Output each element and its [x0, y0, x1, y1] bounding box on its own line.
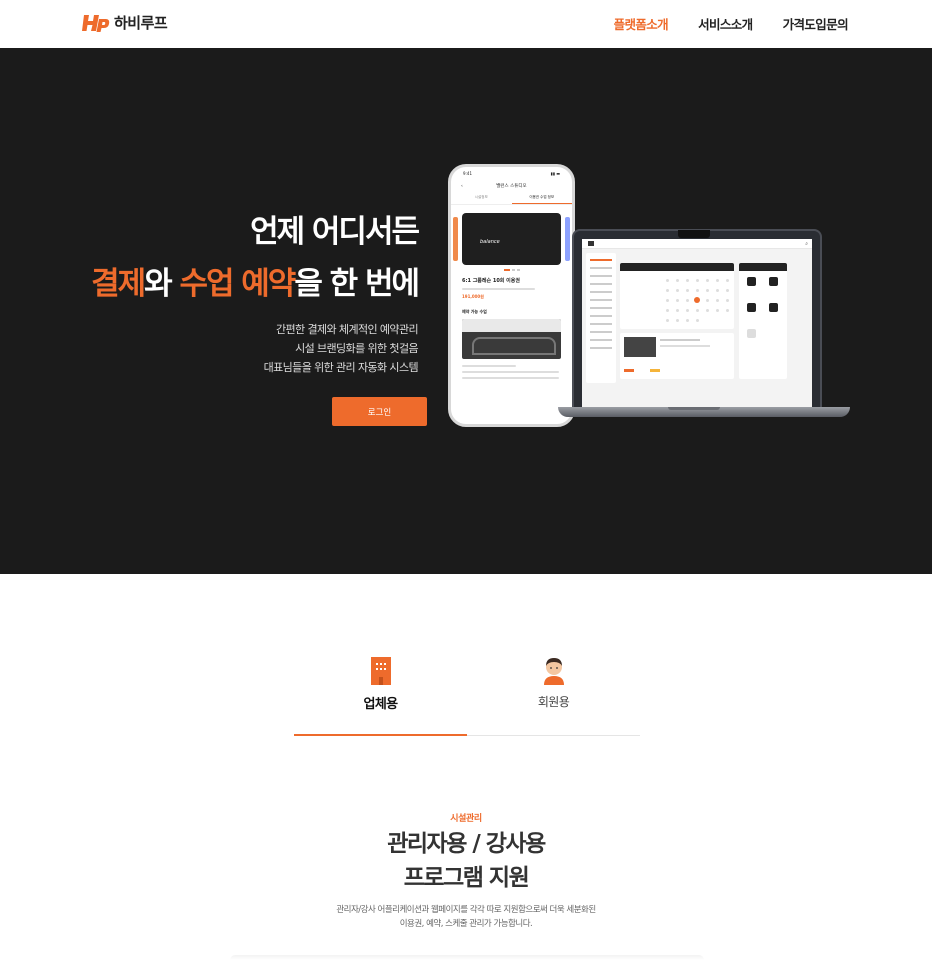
- phone-pass-title: 6:1 그룹레슨 10회 이용권: [462, 278, 520, 284]
- phone-time: 9:41: [463, 171, 472, 176]
- hero-title-and: 와: [144, 266, 180, 302]
- feature-description: 관리자/강사 어플리케이션과 웹페이지를 각각 따로 지원함으로써 더욱 세분화…: [0, 903, 932, 931]
- phone-status-bar: 9:41 ▮▮ ▬: [451, 167, 572, 179]
- phone-header: ‹ 밸런스 스튜디오: [451, 179, 572, 193]
- nav-platform[interactable]: 플랫폼소개: [614, 14, 669, 33]
- person-icon: [543, 658, 564, 685]
- nav-pricing[interactable]: 가격도입문의: [783, 14, 849, 33]
- tab-business[interactable]: 업체용: [294, 655, 467, 736]
- hero-section: 언제 어디서든 결제와 수업 예약을 한 번에 간편한 결제와 체계적인 예약관…: [0, 48, 932, 574]
- login-button[interactable]: 로그인: [332, 397, 427, 426]
- laptop-mockup: ⌕: [572, 229, 822, 413]
- hero-title-booking: 수업 예약: [179, 266, 296, 302]
- phone-mockup: 9:41 ▮▮ ▬ ‹ 밸런스 스튜디오 시설정보 이용권 수업 정보 bala…: [448, 164, 575, 427]
- hero-title-payment: 결제: [91, 266, 146, 302]
- next-section-edge: [230, 955, 704, 960]
- feature-desc-line2: 이용권, 예약, 스케줄 관리가 가능합니다.: [399, 919, 533, 929]
- logo-icon: [82, 14, 110, 32]
- logo[interactable]: 하비루프: [82, 12, 168, 33]
- card-prev-peek: [453, 217, 458, 261]
- main-nav: 플랫폼소개 서비스소개 가격도입문의: [614, 14, 849, 33]
- card-next-peek: [565, 217, 570, 261]
- laptop-detail-panel: [620, 333, 734, 379]
- tab-member-label: 회원용: [537, 695, 570, 709]
- phone-tab: 시설정보: [474, 195, 488, 199]
- back-icon: ‹: [461, 183, 463, 189]
- hero-title-end: 을 한 번에: [294, 266, 420, 302]
- phone-section-title: 예약 가능 수업: [462, 309, 487, 314]
- laptop-logo-icon: [588, 241, 594, 246]
- feature-desc-line1: 관리자/강사 어플리케이션과 웹페이지를 각각 따로 지원함으로써 더욱 세분화…: [336, 905, 596, 915]
- phone-placeholder-line: [462, 288, 535, 290]
- phone-placeholder-line: [462, 377, 559, 379]
- phone-price: 191,000원: [462, 294, 484, 299]
- phone-placeholder-line: [462, 371, 559, 373]
- laptop-sidebar: [586, 253, 616, 383]
- audience-tabs: 업체용 회원용: [294, 655, 640, 737]
- hero-subtitle-line: 간편한 결제와 체계적인 예약관리: [276, 323, 419, 336]
- logo-text: 하비루프: [114, 14, 168, 32]
- laptop-topbar: ⌕: [582, 239, 812, 249]
- phone-header-title: 밸런스 스튜디오: [496, 184, 527, 189]
- laptop-screen: ⌕: [582, 239, 812, 411]
- laptop-panel-header: [620, 263, 734, 271]
- feature-title: 관리자용 / 강사용 프로그램 지원: [0, 827, 932, 895]
- hero-subtitle-line: 시설 브랜딩화를 위한 첫걸음: [295, 342, 419, 355]
- laptop-base: [558, 407, 850, 417]
- hero-title-line1: 언제 어디서든: [250, 214, 420, 250]
- hero-subtitle: 간편한 결제와 체계적인 예약관리 시설 브랜딩화를 위한 첫걸음 대표님들을 …: [263, 320, 419, 377]
- signal-icon: ▮▮ ▬: [550, 171, 560, 176]
- laptop-notch: [678, 230, 710, 238]
- phone-pass-card: balance: [453, 213, 570, 265]
- card-brand: balance: [480, 239, 500, 245]
- laptop-search-icon: ⌕: [805, 241, 808, 247]
- phone-tab: 이용권 수업 정보: [511, 193, 572, 204]
- hero-title: 언제 어디서든 결제와 수업 예약을 한 번에: [91, 206, 420, 310]
- laptop-quick-menu: [739, 263, 787, 379]
- phone-class-image: [462, 319, 561, 359]
- phone-placeholder-line: [462, 365, 517, 367]
- feature-eyebrow: 시설관리: [450, 814, 482, 824]
- laptop-calendar-panel: [620, 263, 734, 329]
- hero-subtitle-line: 대표님들을 위한 관리 자동화 시스템: [263, 361, 419, 374]
- building-icon: [370, 657, 391, 685]
- phone-tabs: 시설정보 이용권 수업 정보: [451, 193, 572, 205]
- hero-title-line2: 결제와 수업 예약을 한 번에: [91, 258, 420, 310]
- nav-service[interactable]: 서비스소개: [698, 14, 753, 33]
- site-header: 하비루프 플랫폼소개 서비스소개 가격도입문의: [0, 0, 932, 48]
- laptop-panel-header: [739, 263, 787, 271]
- feature-title-line2: 프로그램 지원: [403, 865, 530, 891]
- tab-business-label: 업체용: [363, 697, 398, 712]
- feature-title-line1: 관리자용 / 강사용: [387, 831, 546, 857]
- carousel-dots: [451, 269, 572, 271]
- tab-member[interactable]: 회원용: [467, 655, 640, 736]
